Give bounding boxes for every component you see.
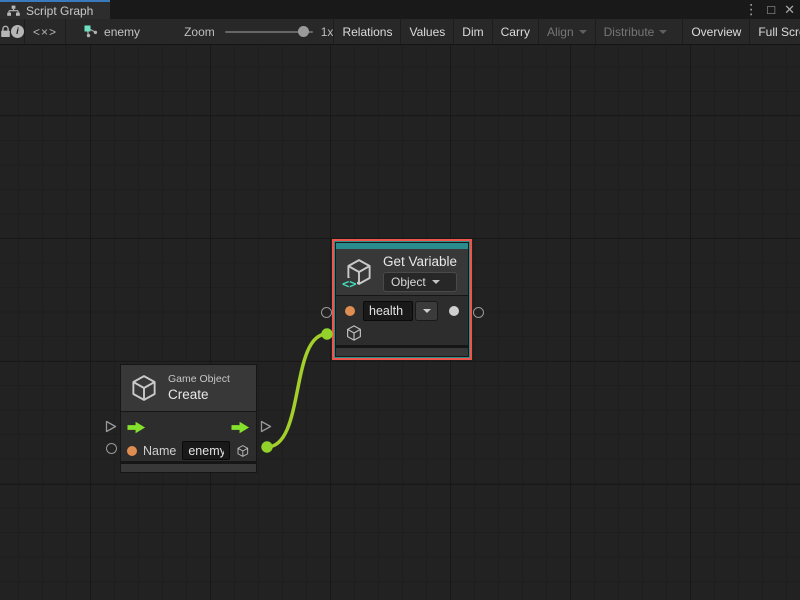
- port-label: Name: [143, 444, 176, 458]
- graph-icon: [84, 25, 98, 38]
- tab-script-graph[interactable]: Script Graph: [0, 0, 110, 19]
- code-icon: <×>: [33, 25, 57, 39]
- hierarchy-icon: [7, 5, 20, 17]
- node-footer: [336, 348, 468, 356]
- window-menu-icon[interactable]: ⋮: [744, 0, 758, 19]
- chevron-down-icon: [659, 30, 667, 34]
- name-external-port[interactable]: [106, 443, 117, 454]
- relations-button[interactable]: Relations: [333, 19, 400, 44]
- game-object-variable-icon: <>: [344, 257, 374, 287]
- node-category: Game Object: [168, 373, 230, 386]
- code-view-button[interactable]: <×>: [25, 19, 65, 44]
- node-body: [336, 295, 468, 345]
- chevron-down-icon: [579, 30, 587, 34]
- name-input-port[interactable]: [127, 446, 137, 456]
- variable-name-input[interactable]: [363, 301, 413, 321]
- game-object-output-port-cube-icon[interactable]: [236, 442, 250, 460]
- lock-button[interactable]: [0, 19, 11, 44]
- info-button[interactable]: i: [11, 19, 24, 44]
- close-icon[interactable]: ✕: [784, 0, 795, 19]
- object-input-port-cube-icon[interactable]: [345, 324, 363, 342]
- node-body: Name: [121, 411, 256, 461]
- variable-picker-dropdown[interactable]: [415, 301, 438, 321]
- breadcrumb-label: enemy: [104, 25, 140, 39]
- flow-input-external-port[interactable]: [105, 420, 117, 433]
- zoom-slider-handle[interactable]: [298, 26, 309, 37]
- script-graph-window: Script Graph ⋮ □ ✕ i <×>: [0, 0, 800, 600]
- name-value-input[interactable]: [182, 441, 230, 460]
- overview-button[interactable]: Overview: [682, 19, 749, 44]
- game-object-icon: [129, 373, 159, 403]
- name-input-port[interactable]: [345, 306, 355, 316]
- value-output-port[interactable]: [449, 306, 459, 316]
- chevron-down-icon: [423, 309, 431, 313]
- node-title: Get Variable: [383, 253, 457, 270]
- lock-icon: [0, 25, 11, 38]
- toolbar-buttons: Relations Values Dim Carry Align Distrib…: [333, 19, 800, 44]
- zoom-value: 1x: [321, 25, 334, 39]
- window-controls: ⋮ □ ✕: [744, 0, 795, 19]
- carry-button[interactable]: Carry: [492, 19, 538, 44]
- code-brackets-icon: <>: [341, 278, 357, 290]
- distribute-dropdown-button[interactable]: Distribute: [595, 19, 676, 44]
- get-variable-left-external-port[interactable]: [321, 307, 332, 318]
- values-button[interactable]: Values: [400, 19, 453, 44]
- flow-output-external-port[interactable]: [260, 420, 272, 433]
- flow-output-arrow-icon[interactable]: [231, 421, 250, 434]
- align-dropdown-button[interactable]: Align: [538, 19, 595, 44]
- variable-scope-dropdown[interactable]: Object: [383, 272, 457, 292]
- dim-button[interactable]: Dim: [453, 19, 491, 44]
- tab-title: Script Graph: [26, 4, 93, 18]
- node-create-game-object[interactable]: Game Object Create Name: [120, 364, 257, 473]
- toolbar-group-gap: [675, 19, 682, 44]
- maximize-icon[interactable]: □: [767, 0, 775, 19]
- node-title: Create: [168, 386, 230, 403]
- chevron-down-icon: [432, 280, 440, 284]
- info-icon: i: [11, 25, 24, 38]
- fullscreen-button[interactable]: Full Screen: [749, 19, 800, 44]
- node-get-variable[interactable]: <> Get Variable Object: [335, 242, 469, 357]
- graph-toolbar: i <×> enemy Zoom 1x Relations Values: [0, 19, 800, 45]
- node-header: Game Object Create: [121, 365, 256, 411]
- graph-breadcrumb[interactable]: enemy: [84, 25, 140, 39]
- toolbar-separator: [65, 19, 66, 44]
- zoom-slider[interactable]: [225, 31, 313, 33]
- zoom-control: Zoom 1x: [184, 25, 333, 39]
- node-header: <> Get Variable Object: [336, 249, 468, 295]
- node-footer: [121, 464, 256, 472]
- flow-input-arrow-icon[interactable]: [127, 421, 146, 434]
- get-variable-right-external-port[interactable]: [473, 307, 484, 318]
- title-bar: Script Graph ⋮ □ ✕: [0, 0, 800, 19]
- zoom-label: Zoom: [184, 25, 215, 39]
